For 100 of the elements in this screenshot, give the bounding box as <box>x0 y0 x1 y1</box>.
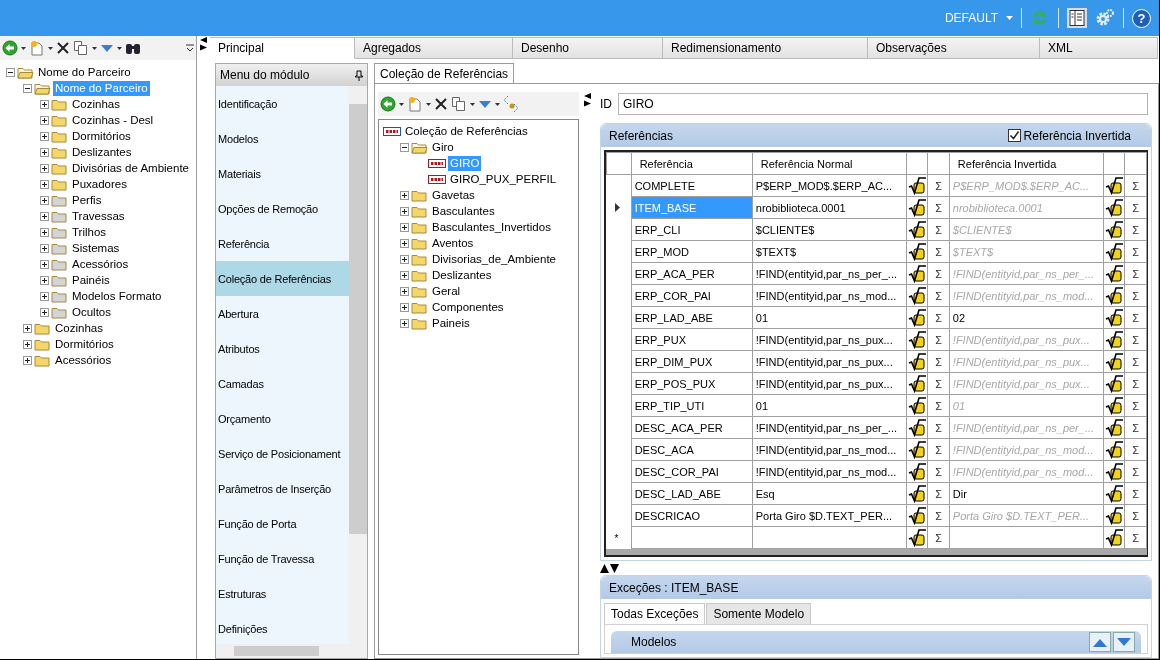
formula-icon[interactable] <box>908 242 926 261</box>
expander-icon[interactable] <box>40 99 49 109</box>
copy-icon[interactable] <box>73 40 89 56</box>
sum-button[interactable]: Σ <box>1124 504 1147 527</box>
tree-item[interactable]: Puxadores <box>70 176 129 192</box>
formula-icon[interactable] <box>1105 506 1124 525</box>
expander-icon[interactable] <box>40 195 49 205</box>
formula-icon[interactable] <box>908 220 926 239</box>
sum-button[interactable]: Σ <box>927 306 950 329</box>
expander-icon[interactable] <box>400 318 409 328</box>
formula-icon[interactable] <box>908 418 926 437</box>
arrow-down-icon[interactable] <box>100 42 114 54</box>
expander-icon[interactable] <box>40 291 49 301</box>
formula-icon[interactable] <box>908 484 926 503</box>
delete-icon[interactable] <box>434 97 448 111</box>
caret-icon[interactable] <box>399 102 404 106</box>
sum-button[interactable]: Σ <box>927 504 950 527</box>
back-icon[interactable] <box>380 96 396 112</box>
expander-icon[interactable] <box>40 275 49 285</box>
expander-icon[interactable] <box>40 163 49 173</box>
column-header[interactable]: Referência Normal <box>752 152 907 175</box>
tree-item[interactable]: Giro <box>430 139 456 155</box>
formula-icon[interactable] <box>908 176 926 195</box>
expander-icon[interactable] <box>40 115 49 125</box>
tree-item[interactable]: Cozinhas <box>53 320 105 336</box>
formula-icon[interactable] <box>1105 462 1124 481</box>
formula-icon[interactable] <box>1105 440 1124 459</box>
tree-item[interactable]: Painéis <box>70 272 112 288</box>
formula-icon[interactable] <box>1105 286 1124 305</box>
menu-item[interactable]: Referência <box>216 226 349 261</box>
expander-icon[interactable] <box>40 179 49 189</box>
tree-item[interactable]: Cozinhas <box>70 96 122 112</box>
back-icon[interactable] <box>2 40 18 56</box>
formula-icon[interactable] <box>908 330 926 349</box>
sum-button[interactable]: Σ <box>1124 394 1147 417</box>
sum-button[interactable]: Σ <box>927 394 950 417</box>
tree-item[interactable]: Divisorias_de_Ambiente <box>430 251 558 267</box>
copy-icon[interactable] <box>451 96 467 112</box>
collapse-arrows-icon[interactable] <box>199 37 208 51</box>
tree-item[interactable]: Travessas <box>70 208 127 224</box>
menu-item[interactable]: Definições <box>216 611 349 646</box>
overflow-icon[interactable] <box>186 43 194 53</box>
menu-item[interactable]: Parâmetros de Inserção <box>216 471 349 506</box>
menu-item[interactable]: Estruturas <box>216 576 349 611</box>
formula-icon[interactable] <box>1105 176 1124 195</box>
sum-button[interactable]: Σ <box>1124 482 1147 505</box>
tree-item[interactable]: Basculantes_Invertidos <box>430 219 553 235</box>
tree-item[interactable]: Cozinhas - Desl <box>70 112 156 128</box>
sum-button[interactable]: Σ <box>927 482 950 505</box>
expander-icon[interactable] <box>400 270 409 280</box>
formula-icon[interactable] <box>1105 374 1124 393</box>
tab[interactable]: Redimensionamento <box>663 37 868 59</box>
move-down-button[interactable] <box>1113 632 1135 652</box>
caret-icon[interactable] <box>117 46 122 50</box>
sum-button[interactable]: Σ <box>1124 262 1147 285</box>
menu-item[interactable]: Função de Porta <box>216 506 349 541</box>
expander-icon[interactable] <box>23 339 32 349</box>
sum-button[interactable]: Σ <box>927 262 950 285</box>
expander-icon[interactable] <box>400 238 409 248</box>
sum-button[interactable]: Σ <box>927 372 950 395</box>
sum-button[interactable]: Σ <box>1124 174 1147 197</box>
sum-button[interactable]: Σ <box>1124 372 1147 395</box>
sum-button[interactable]: Σ <box>927 526 950 549</box>
arrow-down-icon[interactable] <box>478 98 492 110</box>
delete-icon[interactable] <box>56 41 70 55</box>
sum-button[interactable]: Σ <box>927 460 950 483</box>
sum-button[interactable]: Σ <box>927 416 950 439</box>
sum-button[interactable]: Σ <box>1124 306 1147 329</box>
expander-icon[interactable] <box>40 211 49 221</box>
sum-button[interactable]: Σ <box>1124 240 1147 263</box>
sum-button[interactable]: Σ <box>1124 438 1147 461</box>
sum-button[interactable]: Σ <box>927 438 950 461</box>
caret-icon[interactable] <box>495 102 500 106</box>
settings-icon[interactable] <box>1095 8 1115 28</box>
caret-icon[interactable] <box>426 102 431 106</box>
expander-icon[interactable] <box>40 227 49 237</box>
sum-button[interactable]: Σ <box>927 328 950 351</box>
formula-icon[interactable] <box>908 440 926 459</box>
formula-icon[interactable] <box>1105 418 1124 437</box>
tree-item[interactable]: Sistemas <box>70 240 122 256</box>
expander-icon[interactable] <box>400 254 409 264</box>
expander-icon[interactable] <box>400 142 409 152</box>
help-button[interactable]: ? <box>1132 8 1151 28</box>
sum-button[interactable]: Σ <box>1124 460 1147 483</box>
formula-icon[interactable] <box>908 462 926 481</box>
formula-icon[interactable] <box>1105 242 1124 261</box>
menu-item[interactable]: Opções de Remoção <box>216 191 349 226</box>
menu-item[interactable]: Identificação <box>216 86 349 121</box>
formula-icon[interactable] <box>1105 484 1124 503</box>
tab[interactable]: Coleção de Referências <box>374 63 515 83</box>
tree-item[interactable]: Paineis <box>430 315 472 331</box>
formula-icon[interactable] <box>908 396 926 415</box>
caret-icon[interactable] <box>21 46 26 50</box>
splitter-arrows-icon[interactable] <box>600 564 619 573</box>
caret-icon[interactable] <box>470 102 475 106</box>
collapse-arrows-icon[interactable] <box>583 93 592 107</box>
tab[interactable]: Agregados <box>355 37 513 59</box>
formula-icon[interactable] <box>1105 198 1124 217</box>
menu-item[interactable]: Camadas <box>216 366 349 401</box>
expander-icon[interactable] <box>23 323 32 333</box>
